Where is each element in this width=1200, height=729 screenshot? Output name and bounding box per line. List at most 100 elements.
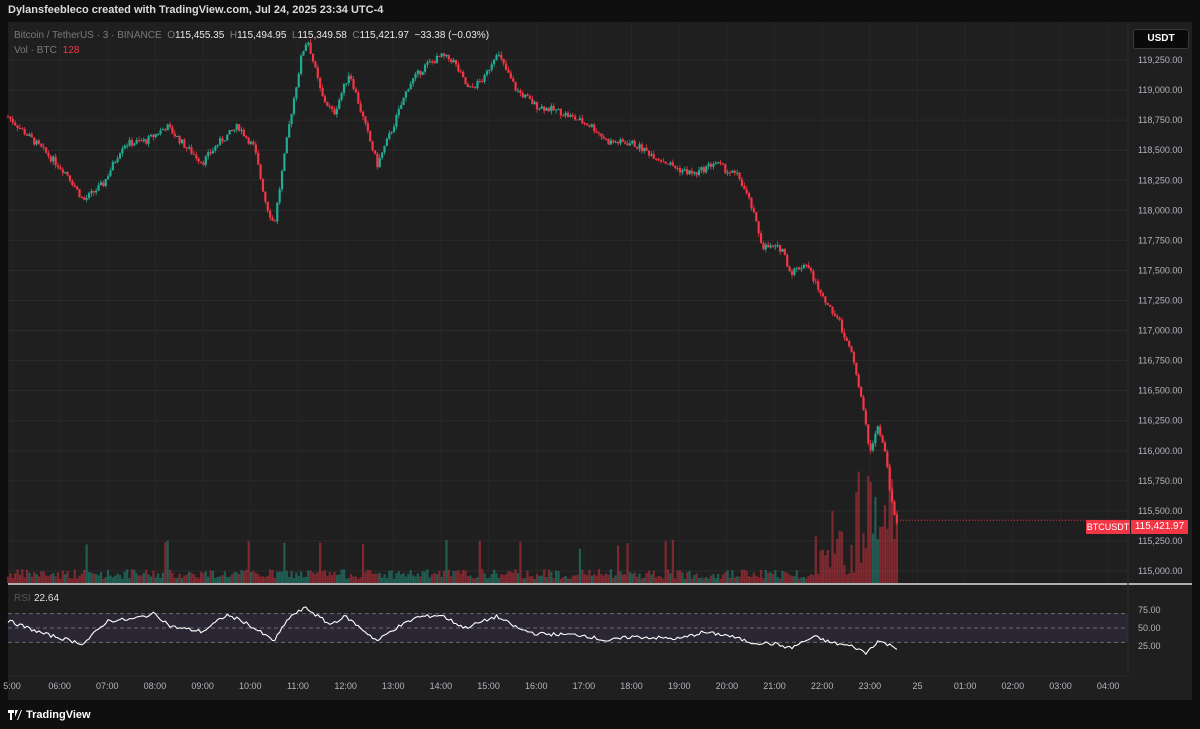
volume-bar [445, 540, 448, 583]
volume-bar [864, 548, 867, 583]
candle-body [786, 254, 789, 267]
chart-svg[interactable]: 119,250.00 119,000.00 118,750.00 118,500.00… [0, 0, 1200, 729]
footer-bar: TradingView [0, 700, 1200, 729]
candle-body [333, 109, 336, 115]
volume-bar [366, 569, 369, 583]
volume-bar [300, 571, 303, 583]
symbol-label[interactable]: Bitcoin / TetherUS · 3 · BINANCE [14, 30, 162, 41]
volume-bar [605, 573, 608, 583]
volume-bar [397, 571, 400, 583]
volume-bar [597, 569, 601, 583]
candle-body [45, 147, 48, 153]
candle-body [867, 424, 870, 444]
volume-bar [116, 573, 119, 583]
volume-bar [812, 575, 815, 583]
candle-body [416, 70, 419, 74]
candle-body [376, 153, 379, 168]
candle-body [16, 125, 19, 128]
candle-body [497, 54, 500, 56]
candle-body [195, 154, 198, 159]
volume-bar [338, 574, 341, 583]
currency-button[interactable]: USDT [1133, 29, 1189, 49]
candle-body [793, 268, 796, 275]
candle-body [292, 98, 296, 114]
volume-bar [831, 510, 834, 583]
candle-body [600, 133, 603, 137]
volume-bar [68, 578, 72, 583]
volume-bar [454, 571, 458, 583]
candle-body [509, 72, 512, 79]
candle-body [631, 140, 634, 144]
candle-body [173, 133, 176, 137]
candle-body [366, 123, 369, 132]
candle-body [652, 154, 655, 159]
volume-bar [781, 570, 784, 583]
rsi-label[interactable]: RSI [14, 593, 31, 604]
volume-bar [488, 577, 491, 583]
candle-body [762, 242, 765, 250]
candle-body [104, 179, 107, 187]
volume-bar [805, 578, 808, 583]
candle-body [871, 443, 875, 451]
volume-bar [292, 578, 296, 583]
price-tick-label: 116,750.00 [1138, 356, 1182, 366]
candle-body [581, 118, 584, 124]
candle-body [283, 153, 286, 171]
candle-body [178, 135, 181, 144]
time-tick-label: 10:00 [239, 681, 262, 691]
tradingview-logo[interactable]: TradingView [8, 709, 91, 721]
volume-bar [700, 577, 703, 583]
candle-body [795, 267, 798, 269]
volume-bar [643, 577, 646, 583]
volume-bar [333, 571, 336, 583]
volume-bar [547, 569, 551, 583]
candle-body [371, 141, 374, 151]
candle-body [626, 143, 629, 146]
volume-bar [786, 572, 789, 583]
candle-body [435, 55, 439, 64]
candle-body [769, 245, 772, 248]
candle-body [99, 182, 103, 186]
volume-bar [350, 574, 353, 583]
volume-bar [871, 533, 875, 583]
candle-body [221, 138, 224, 142]
volume-bar [509, 571, 512, 583]
candle-body [54, 156, 57, 166]
candle-body [595, 131, 598, 133]
candle-body [845, 337, 848, 341]
volume-bar [416, 573, 419, 583]
candle-body [440, 53, 443, 57]
candle-body [740, 179, 744, 186]
volume-bar [545, 576, 548, 583]
volume-bar [218, 576, 222, 583]
volume-label[interactable]: Vol · BTC [14, 45, 57, 56]
volume-bar [142, 572, 145, 583]
candle-body [278, 189, 281, 203]
candle-body [223, 140, 226, 142]
candle-body [824, 296, 827, 303]
volume-bar [612, 577, 615, 583]
candle-body [812, 271, 815, 282]
volume-bar [173, 577, 176, 583]
volume-bar [895, 510, 898, 583]
candle-body [574, 116, 577, 120]
candle-body [607, 139, 610, 145]
candle-body [297, 73, 300, 88]
candle-body [666, 163, 670, 165]
volume-bar [297, 575, 300, 583]
volume-bar [774, 570, 777, 583]
volume-bar [316, 572, 319, 583]
volume-bar [855, 492, 858, 583]
candle-body [540, 106, 543, 109]
volume-bar [238, 573, 241, 583]
volume-bar [507, 570, 510, 583]
candle-body [166, 124, 169, 131]
candle-body [78, 189, 81, 198]
candle-body [671, 162, 674, 166]
volume-bar [600, 574, 603, 583]
volume-bar [378, 572, 381, 583]
candle-body [276, 202, 279, 222]
candle-body [764, 244, 767, 250]
volume-bar [495, 573, 498, 583]
volume-bar [540, 575, 543, 583]
